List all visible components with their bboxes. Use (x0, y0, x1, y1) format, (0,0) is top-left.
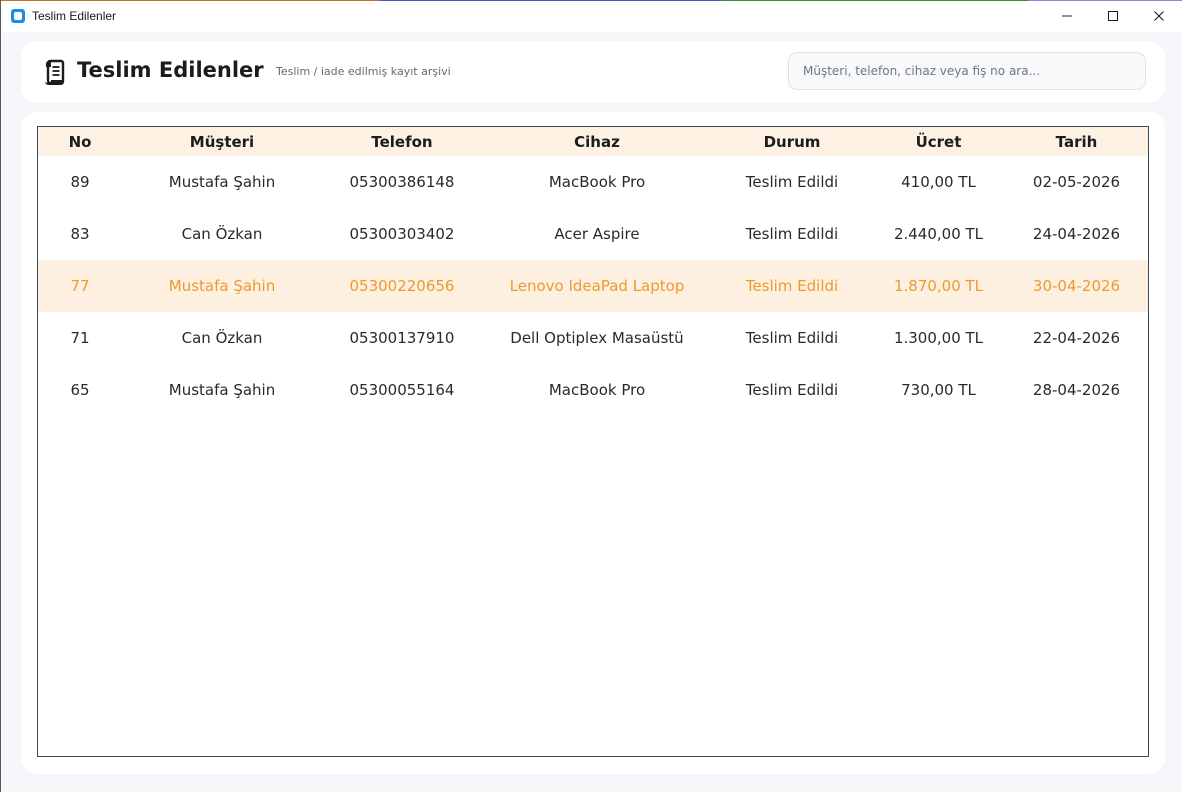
cell-telefon: 05300220656 (349, 277, 455, 295)
app-window: Teslim Edilenler Teslim Edilenler Teslim… (0, 0, 1182, 792)
column-header-telefon[interactable]: Telefon (322, 127, 482, 156)
page-subtitle: Teslim / iade edilmiş kayıt arşivi (276, 65, 451, 78)
cell-ucret: 730,00 TL (901, 381, 976, 399)
delivered-records-table: No Müşteri Telefon Cihaz Durum Ücret Tar… (38, 127, 1148, 416)
window-title: Teslim Edilenler (32, 9, 117, 23)
cell-cihaz: Lenovo IdeaPad Laptop (509, 277, 685, 295)
cell-cihaz: Acer Aspire (554, 225, 640, 243)
close-icon (1154, 11, 1164, 21)
cell-durum: Teslim Edildi (745, 173, 839, 191)
column-header-no[interactable]: No (38, 127, 122, 156)
minimize-icon (1062, 15, 1072, 17)
cell-musteri: Can Özkan (181, 329, 263, 347)
cell-durum: Teslim Edildi (745, 277, 839, 295)
title-bar[interactable]: Teslim Edilenler (1, 0, 1182, 32)
window-controls (1044, 0, 1182, 32)
minimize-button[interactable] (1044, 0, 1090, 32)
column-header-cihaz[interactable]: Cihaz (482, 127, 712, 156)
table-row[interactable]: 83 Can Özkan 05300303402 Acer Aspire Tes… (38, 208, 1148, 260)
cell-telefon: 05300303402 (349, 225, 455, 243)
cell-tarih: 28-04-2026 (1032, 381, 1121, 399)
table-row[interactable]: 89 Mustafa Şahin 05300386148 MacBook Pro… (38, 156, 1148, 208)
table-header-row: No Müşteri Telefon Cihaz Durum Ücret Tar… (38, 127, 1148, 156)
cell-musteri: Can Özkan (181, 225, 263, 243)
cell-no: 71 (70, 329, 90, 347)
cell-ucret: 1.870,00 TL (893, 277, 984, 295)
app-icon (11, 9, 25, 23)
title-accent-strip (1, 0, 1182, 1)
header-card: Teslim Edilenler Teslim / iade edilmiş k… (21, 41, 1165, 103)
cell-cihaz: MacBook Pro (548, 173, 646, 191)
table-row[interactable]: 71 Can Özkan 05300137910 Dell Optiplex M… (38, 312, 1148, 364)
cell-telefon: 05300137910 (349, 329, 455, 347)
cell-durum: Teslim Edildi (745, 381, 839, 399)
cell-musteri: Mustafa Şahin (168, 381, 276, 399)
column-header-musteri[interactable]: Müşteri (122, 127, 322, 156)
column-header-tarih[interactable]: Tarih (1005, 127, 1148, 156)
table-frame[interactable]: No Müşteri Telefon Cihaz Durum Ücret Tar… (37, 126, 1149, 757)
cell-cihaz: Dell Optiplex Masaüstü (510, 329, 684, 347)
cell-durum: Teslim Edildi (745, 329, 839, 347)
table-row-selected[interactable]: 77 Mustafa Şahin 05300220656 Lenovo Idea… (38, 260, 1148, 312)
page-title: Teslim Edilenler (77, 58, 264, 82)
cell-no: 89 (70, 173, 90, 191)
column-header-durum[interactable]: Durum (712, 127, 872, 156)
search-input[interactable] (788, 52, 1146, 90)
cell-no: 77 (70, 277, 90, 295)
table-card: No Müşteri Telefon Cihaz Durum Ücret Tar… (21, 112, 1165, 774)
cell-tarih: 30-04-2026 (1032, 277, 1121, 295)
close-button[interactable] (1136, 0, 1182, 32)
cell-ucret: 410,00 TL (901, 173, 976, 191)
cell-cihaz: MacBook Pro (548, 381, 646, 399)
cell-telefon: 05300055164 (349, 381, 455, 399)
maximize-icon (1108, 11, 1118, 21)
cell-musteri: Mustafa Şahin (168, 173, 276, 191)
cell-telefon: 05300386148 (349, 173, 455, 191)
maximize-button[interactable] (1090, 0, 1136, 32)
scroll-icon (42, 59, 68, 91)
cell-tarih: 24-04-2026 (1032, 225, 1121, 243)
column-header-ucret[interactable]: Ücret (872, 127, 1005, 156)
cell-no: 83 (70, 225, 90, 243)
cell-no: 65 (70, 381, 90, 399)
cell-durum: Teslim Edildi (745, 225, 839, 243)
cell-tarih: 02-05-2026 (1032, 173, 1121, 191)
cell-ucret: 2.440,00 TL (893, 225, 984, 243)
cell-ucret: 1.300,00 TL (893, 329, 984, 347)
cell-musteri: Mustafa Şahin (168, 277, 276, 295)
cell-tarih: 22-04-2026 (1032, 329, 1121, 347)
table-row[interactable]: 65 Mustafa Şahin 05300055164 MacBook Pro… (38, 364, 1148, 416)
